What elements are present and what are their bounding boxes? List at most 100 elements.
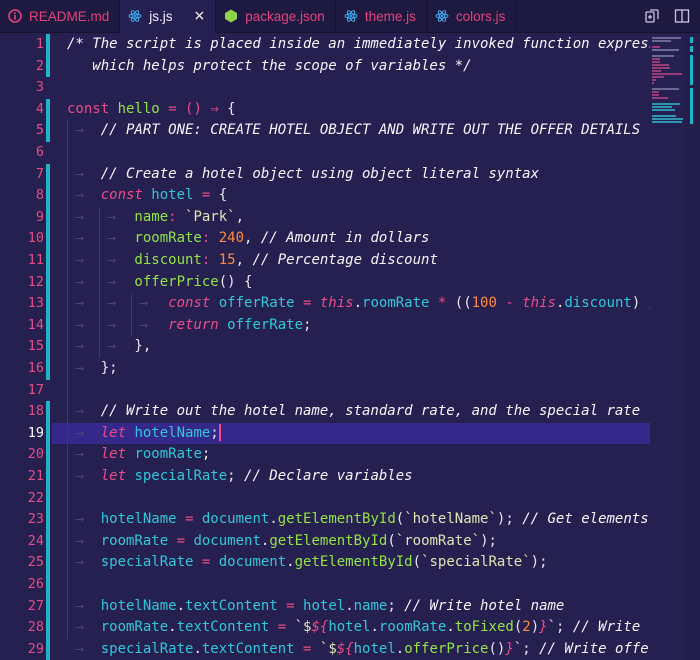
code-line[interactable]: hotelName = document.getElementById(`hot… — [67, 509, 649, 531]
code-token: ${ — [336, 640, 354, 657]
minimap-line — [652, 103, 680, 105]
code-token: roomRate — [378, 619, 447, 636]
minimap[interactable] — [650, 33, 686, 660]
tab-readme[interactable]: README.md — [0, 0, 121, 32]
code-line[interactable]: specialRate.textContent = `$${hotel.offe… — [67, 639, 650, 660]
whitespace-tab-marker: → — [75, 642, 85, 656]
code-token: { — [218, 187, 228, 204]
code-line[interactable]: return offerRate; — [67, 315, 311, 337]
whitespace-tab-marker: → — [75, 534, 85, 548]
code-line[interactable]: roomRate = document.getElementById(`room… — [67, 531, 497, 553]
code-token: ; — [556, 619, 573, 636]
vertical-scrollbar[interactable] — [686, 33, 700, 660]
tab-label: package.json — [245, 8, 325, 24]
code-token: roomRate — [67, 230, 202, 247]
tab-label: colors.js — [455, 8, 506, 24]
whitespace-tab-marker: → — [107, 297, 117, 311]
code-token: . — [176, 597, 186, 614]
code-line[interactable]: let roomRate; — [67, 444, 211, 466]
minimap-line — [652, 37, 681, 39]
code-token: // Write out the hotel name, standard ra… — [67, 403, 641, 420]
code-line[interactable]: roomRate: 240, // Amount in dollars — [67, 228, 429, 250]
scrollbar-change-marker — [690, 37, 693, 43]
code-token: discount — [67, 252, 202, 268]
code-line[interactable]: discount: 15, // Percentage discount — [67, 250, 437, 272]
code-line[interactable]: let hotelName; — [67, 423, 221, 445]
tab-package-json[interactable]: package.json — [216, 0, 336, 32]
code-token: document — [218, 554, 287, 571]
compare-changes-icon[interactable] — [644, 8, 660, 24]
code-token: `roomRate` — [395, 532, 481, 549]
code-line[interactable]: roomRate.textContent = `$${hotel.roomRat… — [67, 617, 650, 639]
code-line[interactable]: which helps protect the scope of variabl… — [67, 56, 472, 78]
code-token: ); — [496, 511, 523, 528]
minimap-line — [652, 76, 664, 78]
code-line[interactable]: hotelName.textContent = hotel.name; // W… — [67, 596, 565, 618]
tab-label: theme.js — [364, 8, 416, 24]
whitespace-tab-marker: → — [75, 599, 85, 613]
code-token: // Write offer price — [539, 640, 650, 657]
code-line[interactable]: // Create a hotel object using object li… — [67, 164, 539, 186]
tab-colors-js[interactable]: colors.js — [426, 0, 517, 32]
code-token: . — [370, 619, 379, 636]
code-line[interactable]: name: `Park`, — [67, 207, 244, 229]
code-token: toFixed — [454, 619, 514, 636]
react-icon — [435, 10, 449, 22]
whitespace-tab-marker: → — [107, 275, 117, 289]
code-line[interactable]: const offerRate = this.roomRate * ((100 … — [67, 293, 650, 315]
code-token: specialRate — [67, 554, 194, 571]
minimap-line — [652, 55, 674, 57]
code-area[interactable]: /* The script is placed inside an immedi… — [0, 33, 650, 660]
whitespace-tab-marker: → — [75, 210, 85, 224]
whitespace-tab-marker: → — [107, 340, 117, 354]
code-token: . — [168, 619, 177, 636]
whitespace-tab-marker: → — [75, 340, 85, 354]
code-token: ); — [530, 554, 548, 571]
code-token: } — [505, 640, 514, 657]
code-token: , — [235, 208, 245, 225]
code-token: hotel — [328, 619, 371, 636]
code-token: this — [319, 295, 354, 312]
whitespace-tab-marker: → — [75, 189, 85, 203]
code-line[interactable]: const hotel = { — [67, 185, 227, 207]
code-line[interactable]: /* The script is placed inside an immedi… — [67, 34, 650, 56]
minimap-line — [652, 73, 682, 75]
whitespace-tab-marker: → — [75, 362, 85, 375]
code-token: ; — [201, 446, 211, 463]
code-editor[interactable]: 1 2 3 4 5 6 7 8 9 10 11 12 13 14 15 16 17 18 19 20 21 22 23 24 2… — [0, 33, 700, 660]
react-icon — [344, 10, 358, 22]
minimap-line — [652, 88, 679, 90]
code-token: roomRate — [134, 446, 202, 463]
scrollbar-change-marker — [690, 88, 693, 124]
minimap-line — [652, 91, 659, 93]
close-icon[interactable]: × — [194, 9, 206, 23]
code-token: // Write hotel name — [404, 597, 565, 614]
tab-label: js.js — [149, 8, 173, 24]
code-token: hello — [117, 100, 160, 117]
minimap-line — [652, 70, 661, 72]
code-line[interactable]: specialRate = document.getElementById(`s… — [67, 552, 548, 574]
info-icon — [8, 9, 22, 23]
minimap-line — [652, 64, 669, 66]
code-token: ( — [387, 532, 396, 549]
code-token: = — [176, 511, 202, 528]
code-line[interactable]: offerPrice() { — [67, 272, 252, 294]
code-line[interactable]: // Write out the hotel name, standard ra… — [67, 401, 640, 423]
code-token: which helps protect the scope of variabl… — [67, 57, 472, 74]
code-token: = — [277, 597, 304, 614]
code-token: , — [244, 230, 261, 247]
whitespace-tab-marker: → — [75, 448, 85, 462]
editor-actions — [634, 0, 700, 32]
code-line[interactable]: const hello = () ⇒ { — [67, 99, 236, 121]
code-token: - — [496, 295, 523, 312]
code-line[interactable]: // PART ONE: CREATE HOTEL OBJECT AND WRI… — [67, 120, 640, 142]
split-editor-icon[interactable] — [674, 8, 690, 24]
code-token: hotel — [353, 640, 396, 657]
tab-js-js[interactable]: js.js × — [120, 0, 217, 33]
scrollbar-change-marker — [690, 46, 693, 52]
code-token: document — [193, 532, 261, 549]
code-token: . — [269, 511, 278, 528]
tab-theme-js[interactable]: theme.js — [335, 0, 427, 32]
code-token: getElementById — [277, 511, 396, 528]
code-line[interactable]: let specialRate; // Declare variables — [67, 466, 413, 488]
